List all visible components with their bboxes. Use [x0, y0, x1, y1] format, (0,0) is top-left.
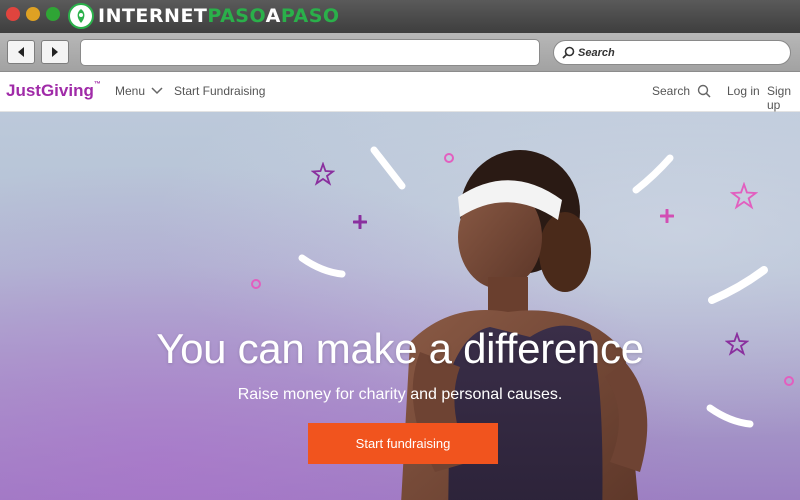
chevron-down-icon	[151, 87, 163, 95]
search-icon	[697, 84, 711, 98]
streak-confetti-icon	[370, 146, 406, 190]
forward-arrow-icon	[52, 47, 58, 57]
browser-toolbar: Search	[0, 33, 800, 72]
trademark-mark: ™	[93, 81, 101, 88]
window-title-bar: INTERNETPASOAPASO	[0, 0, 800, 33]
forward-button[interactable]	[41, 40, 69, 64]
justgiving-logo[interactable]: JustGiving™	[6, 81, 101, 101]
start-fundraising-button[interactable]: Start fundraising	[308, 423, 498, 464]
browser-search-field[interactable]: Search	[553, 40, 791, 65]
close-window-button[interactable]	[6, 7, 20, 21]
back-arrow-icon	[18, 47, 24, 57]
cross-confetti-icon	[660, 209, 674, 223]
site-search-button[interactable]: Search	[652, 84, 711, 98]
menu-label: Menu	[115, 84, 146, 98]
ring-confetti-icon	[251, 279, 261, 289]
menu-dropdown[interactable]: Menu	[115, 84, 163, 98]
streak-confetti-icon	[708, 266, 768, 304]
watermark-logo: INTERNETPASOAPASO	[68, 3, 340, 29]
streak-confetti-icon	[706, 404, 754, 428]
address-bar[interactable]	[80, 39, 540, 66]
hero-banner: You can make a difference Raise money fo…	[0, 112, 800, 500]
search-icon	[562, 46, 575, 59]
star-confetti-icon	[730, 182, 758, 210]
maximize-window-button[interactable]	[46, 7, 60, 21]
star-confetti-icon	[311, 162, 335, 186]
streak-confetti-icon	[298, 254, 346, 278]
watermark-text: INTERNETPASOAPASO	[98, 5, 340, 27]
hero-headline: You can make a difference	[156, 325, 644, 372]
signup-link[interactable]: Sign up	[767, 84, 800, 112]
cross-confetti-icon	[353, 215, 367, 229]
hero-subheadline: Raise money for charity and personal cau…	[237, 386, 563, 403]
search-placeholder: Search	[578, 46, 615, 59]
login-link[interactable]: Log in	[727, 84, 760, 98]
site-search-label: Search	[652, 84, 691, 98]
minimize-window-button[interactable]	[26, 7, 40, 21]
site-header: JustGiving™ Menu Start Fundraising Searc…	[0, 72, 800, 112]
back-button[interactable]	[7, 40, 35, 64]
ring-confetti-icon	[444, 153, 454, 163]
streak-confetti-icon	[632, 154, 674, 194]
nav-start-fundraising-link[interactable]: Start Fundraising	[174, 84, 265, 98]
watermark-icon	[68, 3, 94, 29]
